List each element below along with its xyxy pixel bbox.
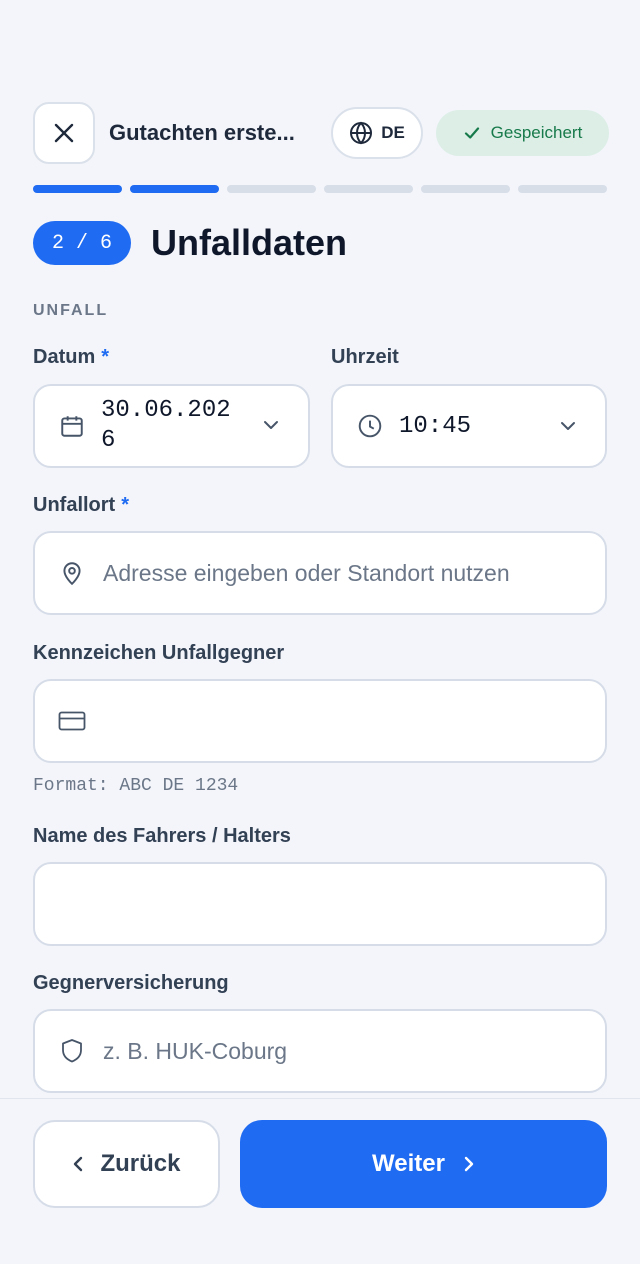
- chevron-down-icon: [264, 421, 278, 429]
- chevron-left-icon: [74, 1156, 83, 1172]
- required-marker: *: [121, 494, 130, 516]
- section-label: UNFALL: [33, 302, 109, 319]
- location-label: Unfallort *: [33, 494, 129, 517]
- app-screen: Gutachten erste... DE Gespeichert 2 / 6 …: [0, 0, 640, 1264]
- plate-label: Kennzeichen Unfallgegner: [33, 642, 285, 664]
- check-icon: [464, 127, 479, 139]
- back-button-label: Zurück: [100, 1150, 181, 1177]
- saved-status-badge: Gespeichert: [436, 110, 609, 156]
- insurance-label: Gegnerversicherung: [33, 972, 229, 994]
- location-placeholder: Adresse eingeben oder Standort nutzen: [103, 559, 510, 586]
- step-counter-badge: 2 / 6: [33, 221, 131, 265]
- chevron-down-icon: [561, 422, 575, 430]
- shield-icon: [62, 1039, 82, 1063]
- close-button[interactable]: [33, 102, 95, 164]
- back-button[interactable]: Zurück: [33, 1120, 220, 1208]
- globe-icon: [350, 121, 373, 145]
- language-label: DE: [381, 123, 405, 142]
- time-picker[interactable]: 10:45: [331, 384, 607, 468]
- progress-segment-6: [518, 185, 607, 193]
- clock-icon: [358, 414, 382, 438]
- time-label: Uhrzeit: [331, 346, 399, 368]
- time-value: 10:45: [399, 412, 472, 440]
- driver-name-input[interactable]: [33, 862, 607, 946]
- page-title: Gutachten erste...: [109, 120, 295, 145]
- footer-nav: Zurück Weiter: [0, 1098, 640, 1264]
- insurance-placeholder: z. B. HUK-Coburg: [103, 1037, 288, 1064]
- date-value-line1: 30.06.202: [101, 397, 231, 424]
- step-progress-bar: [33, 185, 607, 193]
- next-button-label: Weiter: [372, 1150, 445, 1177]
- driver-label: Name des Fahrers / Halters: [33, 825, 291, 847]
- chevron-right-icon: [464, 1156, 474, 1172]
- language-button[interactable]: DE: [331, 107, 423, 159]
- progress-segment-4: [324, 185, 413, 193]
- step-heading: 2 / 6 Unfalldaten: [33, 220, 347, 266]
- location-input[interactable]: Adresse eingeben oder Standort nutzen: [33, 531, 607, 615]
- progress-segment-5: [421, 185, 510, 193]
- step-title: Unfalldaten: [151, 222, 348, 263]
- date-label: Datum *: [33, 346, 109, 369]
- date-picker[interactable]: 30.06.202 6: [33, 384, 310, 468]
- card-icon: [58, 711, 86, 731]
- saved-label: Gespeichert: [490, 123, 583, 142]
- progress-segment-2: [130, 185, 219, 193]
- progress-segment-3: [227, 185, 316, 193]
- close-icon: [54, 123, 74, 143]
- progress-segment-1: [33, 185, 122, 193]
- plate-input[interactable]: [33, 679, 607, 763]
- next-button[interactable]: Weiter: [240, 1120, 607, 1208]
- insurance-input[interactable]: z. B. HUK-Coburg: [33, 1009, 607, 1093]
- header: Gutachten erste... DE Gespeichert: [33, 102, 609, 164]
- required-marker: *: [101, 346, 110, 368]
- plate-format-hint: Format: ABC DE 1234: [33, 776, 239, 796]
- location-label-text: Unfallort: [33, 494, 116, 516]
- date-value-line2: 6: [101, 427, 116, 454]
- calendar-icon: [61, 416, 83, 437]
- date-label-text: Datum: [33, 346, 96, 368]
- map-pin-icon: [63, 562, 81, 586]
